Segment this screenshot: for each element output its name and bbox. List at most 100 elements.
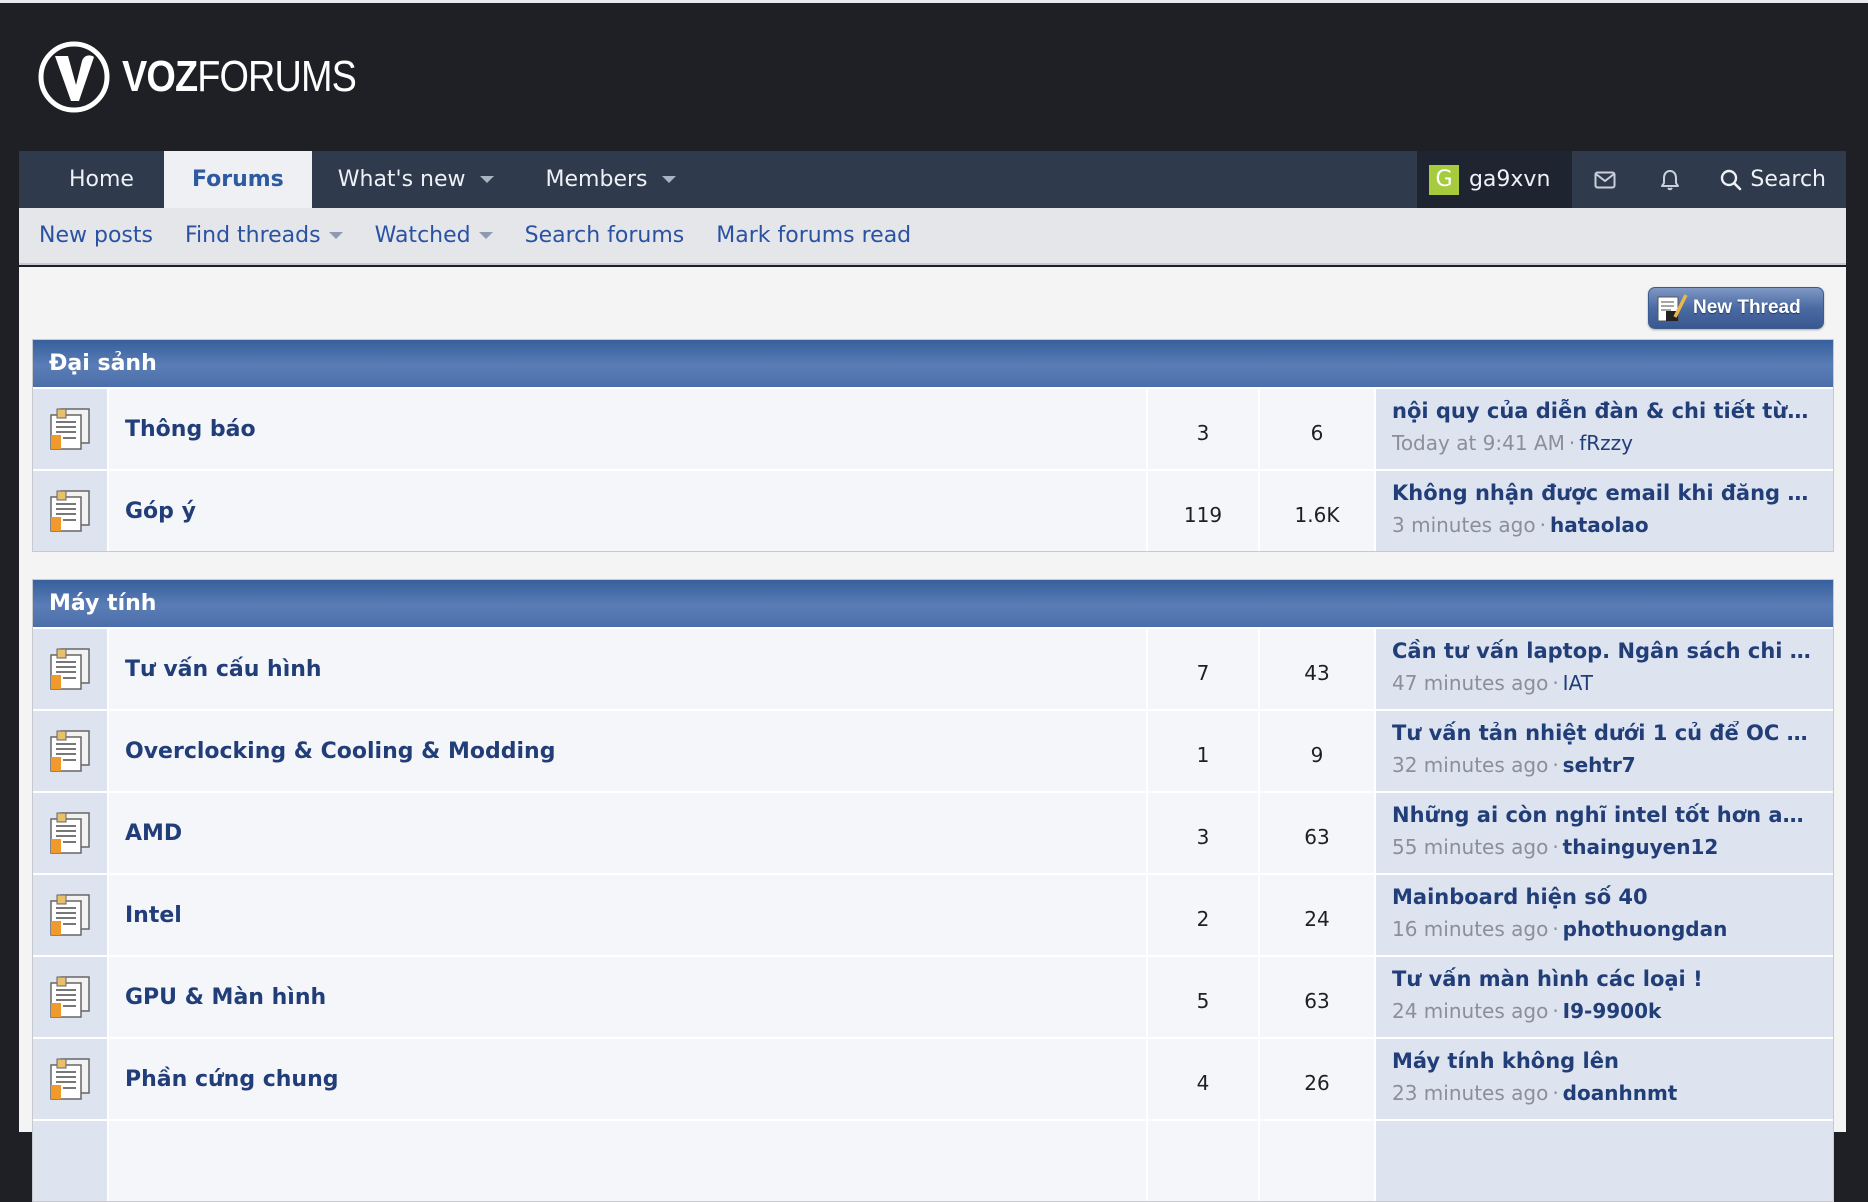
nav-tab-members[interactable]: Members (520, 151, 702, 208)
last-thread-link[interactable]: nội quy của diễn đàn & chi tiết từng mục (1392, 399, 1817, 423)
inbox-button[interactable] (1572, 151, 1638, 208)
category-header[interactable]: Đại sảnh (33, 340, 1833, 387)
forum-row: GPU & Màn hình 5 63 Tư vấn màn hình các … (33, 955, 1833, 1037)
last-thread-link[interactable]: Không nhận được email khi đăng ký nick (1392, 481, 1817, 505)
forum-status-icon (33, 471, 109, 551)
message-count: 6 (1258, 389, 1374, 469)
message-count: 63 (1258, 957, 1374, 1037)
last-post-time[interactable]: 24 minutes ago (1392, 999, 1548, 1023)
forum-status-icon (33, 875, 109, 955)
last-post-time[interactable]: 47 minutes ago (1392, 671, 1548, 695)
voz-logo-icon (38, 41, 110, 113)
logo-wordmark: VOZFORUMS (122, 52, 357, 101)
thread-count: 119 (1146, 471, 1258, 551)
forum-row-partial (33, 1119, 1833, 1201)
message-count: 43 (1258, 629, 1374, 709)
search-label: Search (1750, 167, 1826, 192)
forum-title[interactable]: GPU & Màn hình (125, 985, 326, 1010)
last-post: Mainboard hiện số 40 16 minutes ago · phot… (1374, 875, 1833, 955)
last-post: Không nhận được email khi đăng ký nick 3… (1374, 471, 1833, 551)
subnav-mark-forums-read[interactable]: Mark forums read (716, 223, 911, 248)
forum-title[interactable]: AMD (125, 821, 182, 846)
category-block: Đại sảnh Thông báo 3 6 nội quy của diễn … (32, 339, 1834, 552)
last-post-user[interactable]: sehtr7 (1563, 753, 1636, 777)
forum-title[interactable]: Phần cứng chung (125, 1067, 339, 1092)
forum-row: Overclocking & Cooling & Modding 1 9 Tư … (33, 709, 1833, 791)
last-thread-link[interactable]: Mainboard hiện số 40 (1392, 885, 1817, 909)
last-post-time[interactable]: 55 minutes ago (1392, 835, 1548, 859)
forum-title[interactable]: Overclocking & Cooling & Modding (125, 739, 555, 764)
last-post-user[interactable]: hataolao (1550, 513, 1649, 537)
last-post: Cần tư vấn laptop. Ngân sách chi 25m 47 … (1374, 629, 1833, 709)
user-menu[interactable]: G ga9xvn (1416, 151, 1573, 208)
last-post-user[interactable]: thainguyen12 (1563, 835, 1719, 859)
nav-tab-forums[interactable]: Forums (163, 151, 312, 208)
forum-status-icon (33, 1121, 109, 1201)
forum-title[interactable]: Intel (125, 903, 182, 928)
last-thread-link[interactable]: Máy tính không lên (1392, 1049, 1817, 1073)
search-button[interactable]: Search (1702, 151, 1846, 208)
forum-list: New Thread Đại sảnh Thông báo 3 6 nội qu… (19, 267, 1846, 1202)
new-thread-button[interactable]: New Thread (1648, 287, 1824, 329)
forum-status-icon (33, 793, 109, 873)
site-header: VOZFORUMS (0, 3, 1868, 151)
last-post-user[interactable]: I9-9900k (1563, 999, 1662, 1023)
message-count: 9 (1258, 711, 1374, 791)
document-pen-icon (1657, 294, 1688, 322)
subnav-watched[interactable]: Watched (375, 223, 493, 248)
forum-status-icon (33, 957, 109, 1037)
category-block: Máy tính Tư vấn cấu hình 7 43 Cần tư vấn… (32, 579, 1834, 1202)
nav-tab-home[interactable]: Home (19, 151, 164, 208)
forum-row: Góp ý 119 1.6K Không nhận được email khi… (33, 469, 1833, 551)
message-count: 1.6K (1258, 471, 1374, 551)
last-thread-link[interactable]: Cần tư vấn laptop. Ngân sách chi 25m (1392, 639, 1817, 663)
forum-row: Thông báo 3 6 nội quy của diễn đàn & chi… (33, 387, 1833, 469)
alerts-button[interactable] (1638, 151, 1702, 208)
last-post-user[interactable]: doanhnmt (1563, 1081, 1678, 1105)
nav-tab-whats-new[interactable]: What's new (312, 151, 520, 208)
forum-title[interactable]: Thông báo (125, 417, 256, 442)
thread-count: 4 (1146, 1039, 1258, 1119)
last-post-user[interactable]: phothuongdan (1563, 917, 1728, 941)
subnav-search-forums[interactable]: Search forums (525, 223, 685, 248)
last-post-time[interactable]: Today at 9:41 AM (1392, 431, 1565, 455)
last-post: Tư vấn màn hình các loại ! 24 minutes ag… (1374, 957, 1833, 1037)
forum-row: Tư vấn cấu hình 7 43 Cần tư vấn laptop. … (33, 627, 1833, 709)
last-post-time[interactable]: 32 minutes ago (1392, 753, 1548, 777)
forum-status-icon (33, 711, 109, 791)
last-post: Máy tính không lên 23 minutes ago · doanhn… (1374, 1039, 1833, 1119)
thread-count: 2 (1146, 875, 1258, 955)
chevron-down-icon[interactable] (479, 176, 494, 183)
search-icon (1721, 169, 1742, 190)
message-count: 24 (1258, 875, 1374, 955)
thread-count: 7 (1146, 629, 1258, 709)
forum-title[interactable]: Góp ý (125, 499, 196, 524)
last-thread-link[interactable]: Tư vấn tản nhiệt dưới 1 củ để OC Ryzen (1392, 721, 1817, 745)
envelope-icon (1594, 171, 1616, 188)
thread-count: 1 (1146, 711, 1258, 791)
site-logo[interactable]: VOZFORUMS (38, 41, 394, 113)
forum-row: Intel 2 24 Mainboard hiện số 40 16 minut… (33, 873, 1833, 955)
subnav-find-threads[interactable]: Find threads (185, 223, 343, 248)
thread-count: 3 (1146, 389, 1258, 469)
forum-status-icon (33, 629, 109, 709)
forum-title[interactable]: Tư vấn cấu hình (125, 657, 322, 682)
forum-row: AMD 3 63 Những ai còn nghĩ intel tốt hơn… (33, 791, 1833, 873)
last-post-user[interactable]: fRzzy (1579, 431, 1633, 455)
subnav-new-posts[interactable]: New posts (39, 223, 153, 248)
thread-count: 5 (1146, 957, 1258, 1037)
main-nav: Home Forums What's new Members G ga9xvn … (19, 151, 1846, 208)
forum-status-icon (33, 1039, 109, 1119)
last-post-time[interactable]: 16 minutes ago (1392, 917, 1548, 941)
forum-status-icon (33, 389, 109, 469)
last-thread-link[interactable]: Tư vấn màn hình các loại ! (1392, 967, 1817, 991)
last-post-time[interactable]: 3 minutes ago (1392, 513, 1536, 537)
last-post-user[interactable]: IAT (1563, 671, 1593, 695)
chevron-down-icon[interactable] (661, 176, 676, 183)
last-thread-link[interactable]: Những ai còn nghĩ intel tốt hơn amd thì (1392, 803, 1817, 827)
thread-count: 3 (1146, 793, 1258, 873)
last-post-time[interactable]: 23 minutes ago (1392, 1081, 1548, 1105)
chevron-down-icon[interactable] (328, 232, 343, 239)
chevron-down-icon[interactable] (478, 232, 493, 239)
category-header[interactable]: Máy tính (33, 580, 1833, 627)
